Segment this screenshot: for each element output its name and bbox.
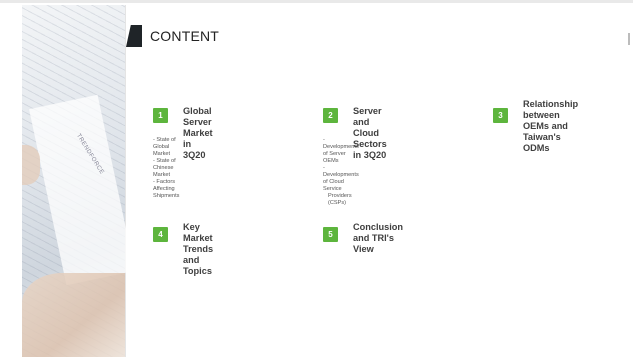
item-title-line: Relationship between bbox=[523, 99, 579, 120]
bullet-item: Developments of Cloud Service bbox=[323, 165, 359, 193]
page-title: CONTENT bbox=[150, 28, 220, 44]
item-title-line: 3Q20 bbox=[183, 150, 206, 160]
item-bullet-list: State of Global Market State of Chinese … bbox=[153, 137, 179, 200]
top-divider bbox=[0, 0, 633, 3]
item-title-line: Server and Cloud bbox=[353, 106, 382, 138]
bullet-item: Developments of Server OEMs bbox=[323, 137, 359, 165]
item-title-line: OEMs and Taiwan's bbox=[523, 121, 568, 142]
item-number-badge: 1 bbox=[153, 108, 168, 123]
item-title-line: Topics bbox=[183, 266, 212, 276]
item-number-badge: 3 bbox=[493, 108, 508, 123]
photo-document-sheet bbox=[29, 94, 135, 286]
item-title: Key Market Trends and Topics bbox=[183, 222, 213, 277]
item-title-line: View bbox=[353, 244, 374, 254]
bullet-item: State of Global Market bbox=[153, 137, 179, 158]
edge-marker bbox=[628, 33, 630, 45]
item-title-line: ODMs bbox=[523, 143, 550, 153]
item-title-line: Conclusion and TRI's bbox=[353, 222, 404, 243]
item-number-badge: 2 bbox=[323, 108, 338, 123]
bullet-item: Factors Affecting Shipments bbox=[153, 179, 179, 200]
item-bullet-list: Developments of Server OEMs Developments… bbox=[323, 137, 359, 207]
item-title: Global Server Market in 3Q20 bbox=[183, 106, 213, 161]
bullet-item-continuation: Providers (CSPs) bbox=[323, 193, 359, 207]
item-title-line: Global Server Market in bbox=[183, 106, 213, 149]
item-title-line: Key Market Trends and bbox=[183, 222, 214, 265]
report-photo: TRENDFORCE bbox=[22, 5, 135, 357]
title-accent-mark bbox=[126, 25, 142, 47]
bullet-item: State of Chinese Market bbox=[153, 158, 179, 179]
photo-hand-top bbox=[22, 145, 40, 185]
item-title: Conclusion and TRI's View bbox=[353, 222, 403, 255]
item-number-badge: 5 bbox=[323, 227, 338, 242]
item-title: Relationship between OEMs and Taiwan's O… bbox=[523, 99, 578, 154]
item-number-badge: 4 bbox=[153, 227, 168, 242]
bullet-continuation-text: Providers (CSPs) bbox=[328, 193, 352, 206]
photo-hand-bottom bbox=[22, 273, 125, 357]
